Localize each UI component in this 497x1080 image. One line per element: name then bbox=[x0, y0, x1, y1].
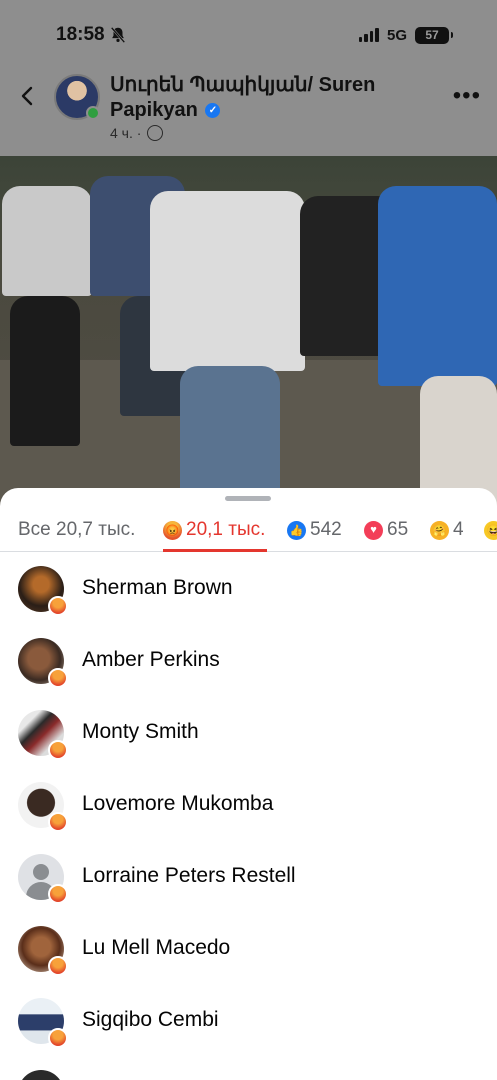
verified-icon: ✓ bbox=[205, 103, 221, 119]
list-item[interactable]: Lorraine Peters Restell bbox=[0, 840, 497, 912]
reactions-sheet: Все 20,7 тыс. 😡 20,1 тыс. 👍 542 ♥ 65 🤗 4… bbox=[0, 488, 497, 1080]
list-item[interactable]: Lu Mell Macedo bbox=[0, 912, 497, 984]
status-time: 18:58 bbox=[56, 24, 127, 46]
tab-like-label: 542 bbox=[310, 519, 342, 540]
person-name[interactable]: Sigqibo Cembi bbox=[82, 1008, 219, 1032]
haha-icon: 😆 bbox=[484, 520, 497, 540]
battery-icon: 57 bbox=[415, 26, 453, 44]
tab-care[interactable]: 🤗 4 bbox=[430, 508, 464, 552]
signal-icon bbox=[358, 28, 379, 42]
tab-like[interactable]: 👍 542 bbox=[287, 508, 342, 552]
time-text: 18:58 bbox=[56, 24, 105, 45]
angry-badge-icon bbox=[48, 812, 68, 832]
like-icon: 👍 bbox=[287, 520, 306, 540]
tab-love[interactable]: ♥ 65 bbox=[364, 508, 408, 552]
video-figure bbox=[378, 186, 497, 386]
list-item[interactable]: Sigqibo Cembi bbox=[0, 984, 497, 1056]
status-indicators: 5G 57 bbox=[358, 26, 453, 44]
battery-level: 57 bbox=[425, 28, 439, 42]
tab-love-label: 65 bbox=[387, 519, 409, 540]
reaction-tabs: Все 20,7 тыс. 😡 20,1 тыс. 👍 542 ♥ 65 🤗 4… bbox=[0, 508, 497, 552]
video-figure bbox=[10, 296, 80, 446]
angry-badge-icon bbox=[48, 740, 68, 760]
tab-care-label: 4 bbox=[453, 519, 464, 540]
more-options-button[interactable]: ••• bbox=[453, 82, 481, 110]
back-button[interactable] bbox=[16, 84, 40, 108]
online-status-icon bbox=[86, 106, 100, 120]
globe-icon bbox=[147, 125, 164, 141]
tab-angry-label: 20,1 тыс. bbox=[186, 519, 266, 540]
angry-icon: 😡 bbox=[163, 520, 182, 540]
network-label: 5G bbox=[386, 26, 407, 44]
person-name[interactable]: Amber Perkins bbox=[82, 648, 220, 672]
angry-badge-icon bbox=[48, 668, 68, 688]
person-name[interactable]: Lorraine Peters Restell bbox=[82, 864, 296, 888]
post-header: Սուրեն Պապիկյան/ Suren Papikyan ✓ 4 ч. ·… bbox=[0, 70, 497, 156]
tab-all-label: Все 20,7 тыс. bbox=[18, 519, 136, 540]
love-icon: ♥ bbox=[364, 520, 383, 540]
list-item[interactable]: Amber Perkins bbox=[0, 624, 497, 696]
back-icon bbox=[21, 86, 33, 106]
list-item[interactable]: Sherman Brown bbox=[0, 552, 497, 624]
person-name[interactable]: Lovemore Mukomba bbox=[82, 792, 273, 816]
video-figure bbox=[150, 191, 305, 371]
list-item[interactable]: Lovemore Mukomba bbox=[0, 768, 497, 840]
bell-muted-icon bbox=[110, 27, 125, 43]
tab-angry[interactable]: 😡 20,1 тыс. bbox=[163, 508, 265, 552]
angry-badge-icon bbox=[48, 956, 68, 976]
status-bar: 18:58 5G 57 bbox=[0, 0, 497, 70]
video-figure bbox=[2, 186, 92, 296]
angry-badge-icon bbox=[48, 596, 68, 616]
tab-haha[interactable]: 😆 bbox=[484, 508, 497, 552]
angry-badge-icon bbox=[48, 884, 68, 904]
person-name[interactable]: Monty Smith bbox=[82, 720, 199, 744]
post-video[interactable] bbox=[0, 156, 497, 520]
care-icon: 🤗 bbox=[430, 520, 449, 540]
avatar[interactable] bbox=[18, 1070, 64, 1080]
angry-badge-icon bbox=[48, 1028, 68, 1048]
person-name[interactable]: Sherman Brown bbox=[82, 576, 233, 600]
post-background: 18:58 5G 57 Սուրեն Պապիկյան/ Suren Papik… bbox=[0, 0, 497, 520]
post-meta: 4 ч. · bbox=[110, 125, 164, 141]
author-name[interactable]: Սուրեն Պապիկյան/ Suren Papikyan ✓ bbox=[110, 73, 430, 123]
person-name[interactable]: Lu Mell Macedo bbox=[82, 936, 230, 960]
sheet-grabber[interactable] bbox=[225, 496, 271, 501]
author-name-text: Սուրեն Պապիկյան/ Suren Papikyan bbox=[110, 74, 376, 121]
tab-all[interactable]: Все 20,7 тыс. bbox=[18, 508, 135, 552]
list-item[interactable] bbox=[0, 1056, 497, 1080]
list-item[interactable]: Monty Smith bbox=[0, 696, 497, 768]
post-time: 4 ч. · bbox=[110, 125, 142, 141]
